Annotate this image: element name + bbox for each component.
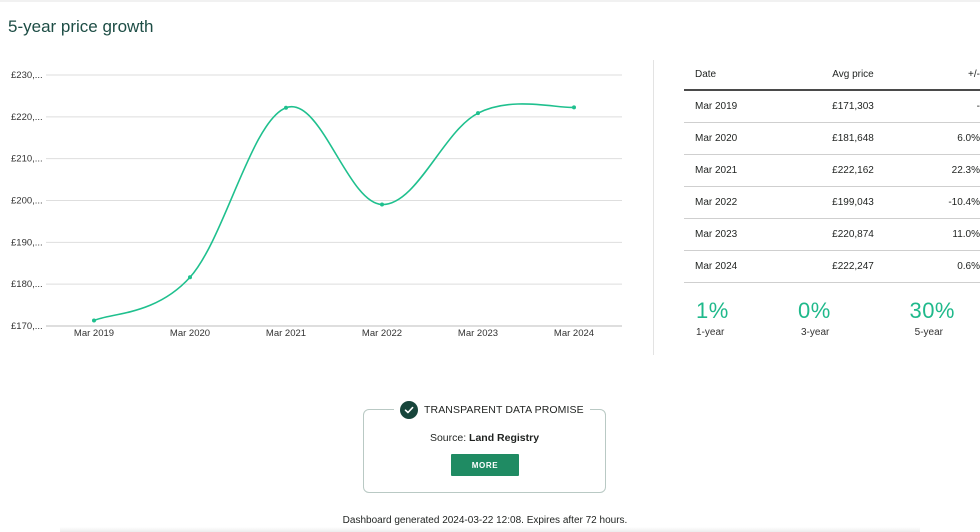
data-point[interactable] (92, 318, 96, 323)
y-tick-label: £200,... (11, 196, 43, 207)
row-date: Mar 2022 (695, 197, 738, 208)
vertical-divider (653, 60, 654, 355)
table-row: Mar 2019 £171,303 - (684, 91, 980, 123)
footer-shadow (60, 527, 920, 532)
y-tick-label: £190,... (11, 237, 43, 248)
table-row: Mar 2024 £222,247 0.6% (684, 251, 980, 283)
row-change: 22.3% (951, 165, 980, 176)
data-point[interactable] (476, 111, 480, 116)
series-line (93, 103, 575, 322)
more-button[interactable]: MORE (451, 454, 519, 476)
data-promise-box: TRANSPARENT DATA PROMISE Source: Land Re… (363, 401, 606, 493)
promise-title: TRANSPARENT DATA PROMISE (424, 404, 584, 416)
table-row: Mar 2023 £220,874 11.0% (684, 219, 980, 251)
y-tick-label: £170,... (11, 321, 43, 332)
table-row: Mar 2021 £222,162 22.3% (684, 155, 980, 187)
y-tick-label: £230,... (11, 70, 43, 81)
row-date: Mar 2023 (695, 229, 738, 240)
footer-note: Dashboard generated 2024-03-22 12:08. Ex… (342, 515, 628, 526)
row-change: 0.6% (957, 261, 980, 272)
row-avg-price: £222,162 (832, 165, 874, 176)
promise-header: TRANSPARENT DATA PROMISE (394, 401, 590, 419)
source-name: Land Registry (469, 432, 540, 444)
table-row: Mar 2022 £199,043 -10.4% (684, 187, 980, 219)
x-tick-label: Mar 2019 (74, 328, 114, 339)
source-prefix: Source: (429, 432, 467, 444)
header-date: Date (695, 69, 717, 80)
x-tick-label: Mar 2021 (266, 328, 306, 339)
row-change: - (976, 101, 980, 112)
growth-label: 3-year (801, 327, 830, 338)
data-point[interactable] (284, 105, 288, 110)
row-avg-price: £222,247 (832, 261, 874, 272)
x-tick-label: Mar 2024 (554, 328, 594, 339)
source-line: Source: Land Registry (364, 432, 605, 444)
row-avg-price: £181,648 (832, 133, 874, 144)
row-date: Mar 2024 (695, 261, 738, 272)
row-change: 6.0% (957, 133, 980, 144)
x-tick-label: Mar 2022 (362, 328, 402, 339)
row-change: 11.0% (952, 229, 980, 240)
top-divider (0, 0, 980, 2)
growth-3-year: 0% 3-year (798, 298, 878, 338)
header-avg-price: Avg price (832, 69, 874, 80)
header-change: +/- (968, 69, 980, 80)
y-tick-label: £220,... (11, 112, 43, 123)
table-header-row: Date Avg price +/- (684, 60, 980, 91)
data-point[interactable] (188, 275, 192, 280)
row-change: -10.4% (948, 197, 980, 208)
check-circle-icon (400, 401, 418, 419)
growth-label: 1-year (696, 327, 725, 338)
row-date: Mar 2020 (695, 133, 738, 144)
x-tick-label: Mar 2023 (458, 328, 498, 339)
growth-label: 5-year (914, 327, 943, 338)
y-tick-label: £210,... (11, 154, 43, 165)
row-avg-price: £220,874 (832, 229, 874, 240)
price-chart: £230,... £220,... £210,... £200,... £190,...… (0, 60, 640, 350)
growth-value: 1% (696, 298, 729, 323)
x-tick-label: Mar 2020 (170, 328, 210, 339)
page-title: 5-year price growth (8, 17, 154, 36)
growth-5-year: 30% 5-year (903, 298, 955, 338)
line-chart-svg: £230,... £220,... £210,... £200,... £190,...… (11, 70, 622, 339)
row-avg-price: £199,043 (832, 197, 874, 208)
y-tick-label: £180,... (11, 279, 43, 290)
table-row: Mar 2020 £181,648 6.0% (684, 123, 980, 155)
growth-value: 0% (798, 298, 831, 323)
data-point[interactable] (380, 202, 384, 207)
growth-1-year: 1% 1-year (696, 298, 776, 338)
growth-value: 30% (909, 298, 955, 323)
row-date: Mar 2021 (695, 165, 738, 176)
row-date: Mar 2019 (695, 101, 738, 112)
price-table: Date Avg price +/- Mar 2019 £171,303 - M… (684, 60, 980, 283)
row-avg-price: £171,303 (832, 101, 874, 112)
data-point[interactable] (572, 105, 576, 110)
